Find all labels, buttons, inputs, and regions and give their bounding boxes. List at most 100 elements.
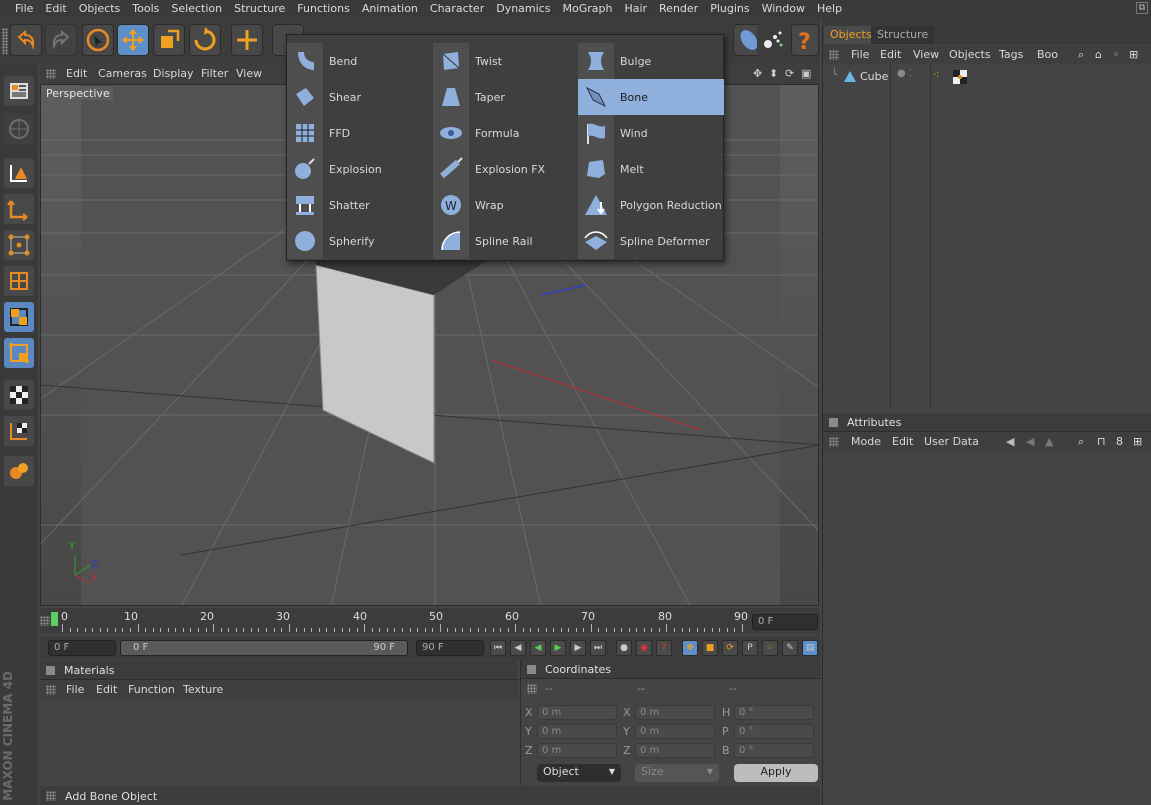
viewport-grip[interactable] <box>46 69 56 79</box>
search-icon[interactable]: ⌕ <box>1078 435 1084 449</box>
help-button[interactable]: ? <box>791 24 819 56</box>
viewport-pan-icon[interactable]: ✥ <box>753 67 762 80</box>
object-mode-button[interactable] <box>4 158 34 188</box>
objects-menu-objects[interactable]: Objects <box>949 48 991 61</box>
viewport-dolly-icon[interactable]: ⬍ <box>769 67 778 80</box>
apply-button[interactable]: Apply <box>734 764 818 782</box>
object-list[interactable]: └ Cube ● ⁚ ⁖ <box>823 64 1151 409</box>
visibility-dots[interactable]: ● ⁚ <box>897 68 912 79</box>
attributes-menu-mode[interactable]: Mode <box>851 435 881 448</box>
menu-objects[interactable]: Objects <box>73 0 127 18</box>
model-mode-button[interactable] <box>4 194 34 224</box>
menu-character[interactable]: Character <box>424 0 490 18</box>
world-axis-button[interactable] <box>231 24 263 56</box>
polygons-mode-button[interactable] <box>4 302 34 332</box>
menu-edit[interactable]: Edit <box>39 0 72 18</box>
edges-mode-button[interactable] <box>4 266 34 296</box>
polygon-reduction-item[interactable]: Polygon Reduction <box>578 187 724 223</box>
texture-axis-button[interactable] <box>4 416 34 446</box>
texture-mode-button[interactable] <box>4 380 34 410</box>
menu-render[interactable]: Render <box>653 0 704 18</box>
menu-window[interactable]: Window <box>756 0 811 18</box>
new-panel-icon[interactable]: ⊞ <box>1129 48 1138 61</box>
menu-help[interactable]: Help <box>811 0 848 18</box>
spherify-item[interactable]: Spherify <box>287 223 433 259</box>
go-to-start-button[interactable]: ⏮ <box>490 640 506 656</box>
make-editable-button[interactable] <box>4 114 34 144</box>
timeline-grip[interactable] <box>40 616 50 626</box>
undo-button[interactable] <box>10 24 42 56</box>
coordinates-panel-icon[interactable] <box>527 665 536 674</box>
timeline-ruler[interactable]: 0 10 20 30 40 50 60 70 80 90 0 F <box>40 608 820 634</box>
attributes-panel-icon[interactable] <box>829 418 838 427</box>
viewport-menu-filter[interactable]: Filter <box>201 67 228 80</box>
uv-mode-button[interactable] <box>4 338 34 368</box>
objects-menu-file[interactable]: File <box>851 48 869 61</box>
twist-item[interactable]: Twist <box>433 43 579 79</box>
viewport-menu-view[interactable]: View <box>236 67 262 80</box>
objects-menu-tags[interactable]: Tags <box>999 48 1023 61</box>
rotation-p-field[interactable]: 0 ° <box>734 724 814 739</box>
objects-menu-edit[interactable]: Edit <box>880 48 901 61</box>
menu-animation[interactable]: Animation <box>356 0 424 18</box>
attributes-menu-user-data[interactable]: User Data <box>924 435 979 448</box>
menu-structure[interactable]: Structure <box>228 0 291 18</box>
layout-button[interactable] <box>4 76 34 106</box>
previous-key-button[interactable]: ◀ <box>510 640 526 656</box>
size-x-field[interactable]: 0 m <box>635 705 715 720</box>
key-position-button[interactable]: ✥ <box>682 640 698 656</box>
viewport-menu-cameras[interactable]: Cameras <box>98 67 147 80</box>
objects-grip[interactable] <box>829 50 839 60</box>
search-icon[interactable]: ⌕ <box>1078 48 1084 62</box>
position-y-field[interactable]: 0 m <box>537 724 617 739</box>
viewport-menu-edit[interactable]: Edit <box>66 67 87 80</box>
key-scale-button[interactable]: ■ <box>702 640 718 656</box>
particle-button[interactable] <box>757 24 789 56</box>
taper-item[interactable]: Taper <box>433 79 579 115</box>
tab-structure[interactable]: Structure <box>871 26 935 44</box>
eye-icon[interactable]: ◦ <box>1113 48 1120 61</box>
melt-item[interactable]: Melt <box>578 151 724 187</box>
explosion-item[interactable]: Explosion <box>287 151 433 187</box>
menu-mograph[interactable]: MoGraph <box>556 0 618 18</box>
coord-mode-select[interactable]: Object ▼ <box>537 764 621 782</box>
ffd-item[interactable]: FFD <box>287 115 433 151</box>
live-selection-button[interactable] <box>82 24 114 56</box>
tab-objects[interactable]: Objects <box>824 26 878 44</box>
size-y-field[interactable]: 0 m <box>635 724 715 739</box>
materials-area[interactable] <box>40 699 518 785</box>
new-panel-icon[interactable]: ⊞ <box>1133 435 1142 448</box>
explosion-fx-item[interactable]: Explosion FX <box>433 151 579 187</box>
attributes-menu-edit[interactable]: Edit <box>892 435 913 448</box>
next-key-button[interactable]: ▶ <box>570 640 586 656</box>
keyframe-selection-button[interactable]: ? <box>656 640 672 656</box>
home-icon[interactable]: ⌂ <box>1095 48 1102 61</box>
shear-item[interactable]: Shear <box>287 79 433 115</box>
menu-plugins[interactable]: Plugins <box>704 0 755 18</box>
materials-panel-icon[interactable] <box>46 666 55 675</box>
rotation-h-field[interactable]: 0 ° <box>734 705 814 720</box>
bulge-item[interactable]: Bulge <box>578 43 724 79</box>
frame-range-slider[interactable]: 0 F 90 F <box>120 640 408 656</box>
go-to-end-button[interactable]: ⏭ <box>590 640 606 656</box>
link-icon[interactable]: 8 <box>1116 435 1123 448</box>
attributes-area[interactable] <box>823 451 1151 805</box>
wrap-item[interactable]: W Wrap <box>433 187 579 223</box>
key-parameter-button[interactable]: P <box>742 640 758 656</box>
size-z-field[interactable]: 0 m <box>635 743 715 758</box>
current-frame-field[interactable]: 0 F <box>752 614 818 630</box>
texture-tag-icon[interactable] <box>953 70 967 84</box>
timeline-layout-button[interactable]: ▤ <box>802 640 818 656</box>
menu-functions[interactable]: Functions <box>291 0 356 18</box>
scale-tool-button[interactable] <box>153 24 185 56</box>
bend-item[interactable]: Bend <box>287 43 433 79</box>
menu-hair[interactable]: Hair <box>618 0 653 18</box>
bone-item[interactable]: Bone <box>578 79 724 115</box>
record-button[interactable]: ● <box>616 640 632 656</box>
autokey-button[interactable]: ◉ <box>636 640 652 656</box>
object-row-cube[interactable]: └ Cube ● ⁚ ⁖ <box>823 68 1151 86</box>
rotate-tool-button[interactable] <box>189 24 221 56</box>
sculpt-button[interactable] <box>4 456 34 486</box>
spline-rail-item[interactable]: Spline Rail <box>433 223 579 259</box>
formula-item[interactable]: Formula <box>433 115 579 151</box>
